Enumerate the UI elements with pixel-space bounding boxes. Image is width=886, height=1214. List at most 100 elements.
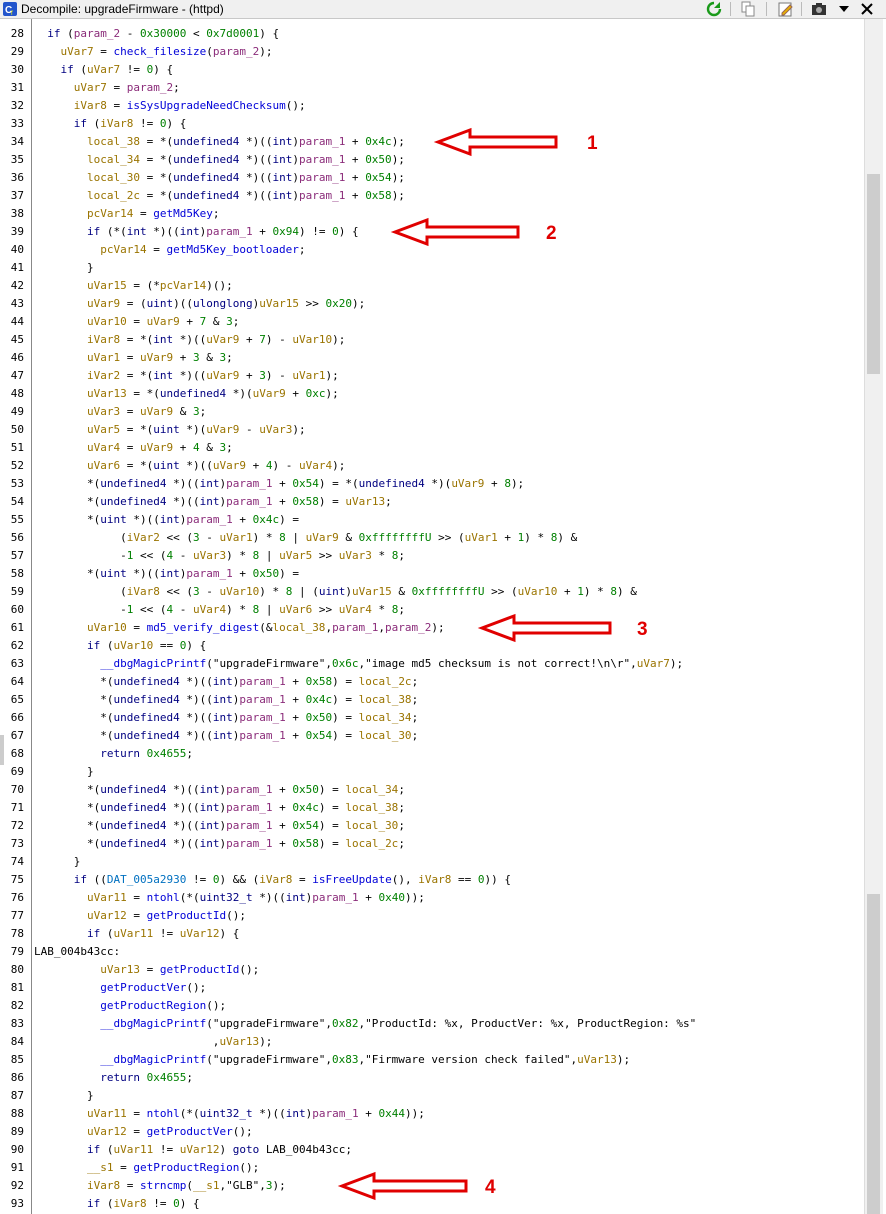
code-line[interactable]: 54 *(undefined4 *)((int)param_1 + 0x58) …: [0, 493, 862, 511]
code-line[interactable]: 32 iVar8 = isSysUpgradeNeedChecksum();: [0, 97, 862, 115]
code-line[interactable]: 63 __dbgMagicPrintf("upgradeFirmware",0x…: [0, 655, 862, 673]
code-text[interactable]: *(undefined4 *)((int)param_1 + 0x50) = l…: [34, 781, 405, 799]
scrollbar-thumb[interactable]: [867, 174, 880, 374]
code-text[interactable]: uVar10 = uVar9 + 7 & 3;: [34, 313, 239, 331]
code-text[interactable]: uVar3 = uVar9 & 3;: [34, 403, 206, 421]
code-text[interactable]: *(undefined4 *)((int)param_1 + 0x58) = u…: [34, 493, 392, 511]
code-text[interactable]: local_34 = *(undefined4 *)((int)param_1 …: [34, 151, 405, 169]
code-text[interactable]: uVar11 = ntohl(*(uint32_t *)((int)param_…: [34, 1105, 425, 1123]
code-text[interactable]: if (param_2 - 0x30000 < 0x7d0001) {: [34, 25, 279, 43]
code-line[interactable]: 45 iVar8 = *(int *)((uVar9 + 7) - uVar10…: [0, 331, 862, 349]
code-text[interactable]: local_38 = *(undefined4 *)((int)param_1 …: [34, 133, 405, 151]
code-line[interactable]: 67 *(undefined4 *)((int)param_1 + 0x54) …: [0, 727, 862, 745]
code-text[interactable]: uVar12 = getProductVer();: [34, 1123, 253, 1141]
code-line[interactable]: 30 if (uVar7 != 0) {: [0, 61, 862, 79]
decompiler-editor[interactable]: 28 if (param_2 - 0x30000 < 0x7d0001) {29…: [0, 19, 886, 1214]
code-text[interactable]: if (uVar11 != uVar12) {: [34, 925, 239, 943]
code-line[interactable]: 48 uVar13 = *(undefined4 *)(uVar9 + 0xc)…: [0, 385, 862, 403]
code-line[interactable]: 76 uVar11 = ntohl(*(uint32_t *)((int)par…: [0, 889, 862, 907]
code-text[interactable]: uVar7 = param_2;: [34, 79, 180, 97]
code-text[interactable]: *(undefined4 *)((int)param_1 + 0x54) = *…: [34, 475, 524, 493]
code-text[interactable]: -1 << (4 - uVar4) * 8 | uVar6 >> uVar4 *…: [34, 601, 405, 619]
code-line[interactable]: 74 }: [0, 853, 862, 871]
code-line[interactable]: 65 *(undefined4 *)((int)param_1 + 0x4c) …: [0, 691, 862, 709]
code-text[interactable]: iVar2 = *(int *)((uVar9 + 3) - uVar1);: [34, 367, 339, 385]
code-text[interactable]: if (iVar8 != 0) {: [34, 1195, 200, 1213]
code-line[interactable]: 72 *(undefined4 *)((int)param_1 + 0x54) …: [0, 817, 862, 835]
code-text[interactable]: pcVar14 = getMd5Key;: [34, 205, 219, 223]
code-text[interactable]: __dbgMagicPrintf("upgradeFirmware",0x82,…: [34, 1015, 696, 1033]
code-text[interactable]: *(undefined4 *)((int)param_1 + 0x58) = l…: [34, 835, 405, 853]
code-line[interactable]: 52 uVar6 = *(uint *)((uVar9 + 4) - uVar4…: [0, 457, 862, 475]
code-text[interactable]: if (uVar7 != 0) {: [34, 61, 174, 79]
code-line[interactable]: 53 *(undefined4 *)((int)param_1 + 0x54) …: [0, 475, 862, 493]
code-line[interactable]: 40 pcVar14 = getMd5Key_bootloader;: [0, 241, 862, 259]
code-line[interactable]: 73 *(undefined4 *)((int)param_1 + 0x58) …: [0, 835, 862, 853]
code-line[interactable]: 59 (iVar8 << (3 - uVar10) * 8 | (uint)uV…: [0, 583, 862, 601]
code-line[interactable]: 39 if (*(int *)((int)param_1 + 0x94) != …: [0, 223, 862, 241]
vertical-scrollbar[interactable]: [864, 19, 883, 1214]
code-text[interactable]: iVar8 = strncmp(__s1,"GLB",3);: [34, 1177, 286, 1195]
code-line[interactable]: 29 uVar7 = check_filesize(param_2);: [0, 43, 862, 61]
code-line[interactable]: 33 if (iVar8 != 0) {: [0, 115, 862, 133]
edit-snapshot-icon[interactable]: [776, 0, 796, 18]
code-line[interactable]: 37 local_2c = *(undefined4 *)((int)param…: [0, 187, 862, 205]
code-text[interactable]: }: [34, 1087, 94, 1105]
code-text[interactable]: }: [34, 763, 94, 781]
code-text[interactable]: iVar8 = isSysUpgradeNeedChecksum();: [34, 97, 306, 115]
code-line[interactable]: 71 *(undefined4 *)((int)param_1 + 0x4c) …: [0, 799, 862, 817]
code-line[interactable]: 61 uVar10 = md5_verify_digest(&local_38,…: [0, 619, 862, 637]
code-text[interactable]: uVar13 = getProductId();: [34, 961, 259, 979]
code-text[interactable]: LAB_004b43cc:: [34, 943, 120, 961]
code-text[interactable]: local_2c = *(undefined4 *)((int)param_1 …: [34, 187, 405, 205]
dropdown-menu-icon[interactable]: [834, 0, 854, 18]
code-text[interactable]: uVar10 = md5_verify_digest(&local_38,par…: [34, 619, 445, 637]
code-line[interactable]: 34 local_38 = *(undefined4 *)((int)param…: [0, 133, 862, 151]
code-text[interactable]: uVar1 = uVar9 + 3 & 3;: [34, 349, 233, 367]
code-text[interactable]: uVar7 = check_filesize(param_2);: [34, 43, 273, 61]
code-text[interactable]: *(undefined4 *)((int)param_1 + 0x4c) = l…: [34, 691, 418, 709]
code-line[interactable]: 66 *(undefined4 *)((int)param_1 + 0x50) …: [0, 709, 862, 727]
code-line[interactable]: 81 getProductVer();: [0, 979, 862, 997]
code-line[interactable]: 42 uVar15 = (*pcVar14)();: [0, 277, 862, 295]
code-line[interactable]: 36 local_30 = *(undefined4 *)((int)param…: [0, 169, 862, 187]
code-text[interactable]: uVar11 = ntohl(*(uint32_t *)((int)param_…: [34, 889, 425, 907]
code-text[interactable]: return 0x4655;: [34, 745, 193, 763]
code-line[interactable]: 58 *(uint *)((int)param_1 + 0x50) =: [0, 565, 862, 583]
code-text[interactable]: *(undefined4 *)((int)param_1 + 0x50) = l…: [34, 709, 418, 727]
code-text[interactable]: uVar6 = *(uint *)((uVar9 + 4) - uVar4);: [34, 457, 345, 475]
code-line[interactable]: 62 if (uVar10 == 0) {: [0, 637, 862, 655]
code-line[interactable]: 83 __dbgMagicPrintf("upgradeFirmware",0x…: [0, 1015, 862, 1033]
camera-icon[interactable]: [809, 0, 829, 18]
code-text[interactable]: }: [34, 259, 94, 277]
code-text[interactable]: pcVar14 = getMd5Key_bootloader;: [34, 241, 305, 259]
code-text[interactable]: __s1 = getProductRegion();: [34, 1159, 259, 1177]
code-text[interactable]: *(uint *)((int)param_1 + 0x50) =: [34, 565, 299, 583]
code-line[interactable]: 69 }: [0, 763, 862, 781]
code-text[interactable]: uVar13 = *(undefined4 *)(uVar9 + 0xc);: [34, 385, 339, 403]
code-line[interactable]: 60 -1 << (4 - uVar4) * 8 | uVar6 >> uVar…: [0, 601, 862, 619]
code-line[interactable]: 87 }: [0, 1087, 862, 1105]
code-line[interactable]: 84 ,uVar13);: [0, 1033, 862, 1051]
code-text[interactable]: }: [34, 853, 81, 871]
code-text[interactable]: -1 << (4 - uVar3) * 8 | uVar5 >> uVar3 *…: [34, 547, 405, 565]
code-line[interactable]: 75 if ((DAT_005a2930 != 0) && (iVar8 = i…: [0, 871, 862, 889]
code-text[interactable]: uVar9 = (uint)((ulonglong)uVar15 >> 0x20…: [34, 295, 365, 313]
code-text[interactable]: *(undefined4 *)((int)param_1 + 0x54) = l…: [34, 727, 418, 745]
code-line[interactable]: 56 (iVar2 << (3 - uVar1) * 8 | uVar9 & 0…: [0, 529, 862, 547]
code-line[interactable]: 46 uVar1 = uVar9 + 3 & 3;: [0, 349, 862, 367]
code-line[interactable]: 44 uVar10 = uVar9 + 7 & 3;: [0, 313, 862, 331]
code-line[interactable]: 51 uVar4 = uVar9 + 4 & 3;: [0, 439, 862, 457]
code-line[interactable]: 77 uVar12 = getProductId();: [0, 907, 862, 925]
code-text[interactable]: getProductRegion();: [34, 997, 226, 1015]
code-line[interactable]: 50 uVar5 = *(uint *)(uVar9 - uVar3);: [0, 421, 862, 439]
code-line[interactable]: 85 __dbgMagicPrintf("upgradeFirmware",0x…: [0, 1051, 862, 1069]
code-line[interactable]: 47 iVar2 = *(int *)((uVar9 + 3) - uVar1)…: [0, 367, 862, 385]
code-text[interactable]: *(undefined4 *)((int)param_1 + 0x4c) = l…: [34, 799, 405, 817]
code-text[interactable]: if (uVar10 == 0) {: [34, 637, 206, 655]
code-text[interactable]: if (iVar8 != 0) {: [34, 115, 187, 133]
code-text[interactable]: if (uVar11 != uVar12) goto LAB_004b43cc;: [34, 1141, 352, 1159]
code-line[interactable]: 49 uVar3 = uVar9 & 3;: [0, 403, 862, 421]
code-text[interactable]: uVar5 = *(uint *)(uVar9 - uVar3);: [34, 421, 306, 439]
code-line[interactable]: 93 if (iVar8 != 0) {: [0, 1195, 862, 1213]
